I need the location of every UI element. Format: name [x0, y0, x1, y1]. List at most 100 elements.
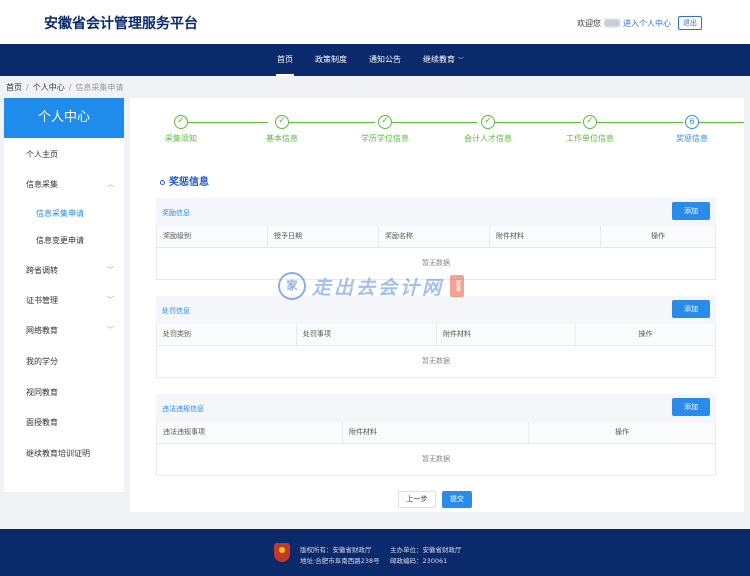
column-header: 奖励级别: [157, 226, 268, 247]
chevron-up-icon: ︿: [107, 180, 114, 188]
add-reward-button[interactable]: 添加: [672, 202, 710, 220]
nav-item-policy[interactable]: 政策制度: [304, 44, 358, 76]
nav-item-notice[interactable]: 通知公告: [358, 44, 412, 76]
nav-label: 通知公告: [369, 55, 401, 64]
enter-center-link[interactable]: 进入个人中心: [623, 18, 671, 29]
step-label: 工作单位信息: [566, 134, 614, 143]
column-header: 操作: [638, 330, 653, 338]
sidebar-item-label: 我的学分: [26, 357, 58, 366]
breadcrumb-home[interactable]: 首页: [6, 83, 22, 92]
top-header: 安徽省会计管理服务平台 欢迎您 进入个人中心 退出: [0, 0, 750, 44]
nav-item-education[interactable]: 继续教育 ﹀: [412, 44, 475, 76]
column-header: 操作: [651, 232, 665, 240]
block-title: 处罚信息: [162, 307, 190, 315]
sidebar-item-info-collect[interactable]: 信息采集 ︿: [26, 179, 116, 190]
nav-item-home[interactable]: 首页: [266, 44, 304, 76]
step-connector: [181, 122, 268, 123]
breadcrumb-center[interactable]: 个人中心: [33, 83, 65, 92]
chevron-down-icon: ﹀: [107, 266, 114, 274]
footer-host: 主办单位：安徽省财政厅: [390, 546, 462, 554]
step-connector: [495, 122, 581, 123]
sidebar-item-training-cert[interactable]: 继续教育培训证明: [26, 448, 116, 459]
column-header: 操作: [615, 428, 629, 436]
sidebar-item-online-edu[interactable]: 网络教育 ﹀: [26, 325, 116, 336]
breadcrumb-current: 信息采集申请: [75, 83, 124, 92]
check-icon: ✓: [583, 115, 597, 129]
section-title: 奖惩信息: [160, 173, 209, 188]
circle-bullet-icon: [160, 179, 165, 185]
sidebar-item-label: 信息采集: [26, 180, 58, 189]
step-label: 会计人才信息: [464, 134, 512, 143]
footer: 版权所有：安徽省财政厅 主办单位：安徽省财政厅 地址:合肥市阜南西路238号 邮…: [0, 529, 750, 576]
table-header: 违法违规事项 附件材料 操作: [156, 422, 716, 444]
sidebar-item-label: 证书管理: [26, 296, 58, 305]
sidebar-item-label: 跨省调转: [26, 266, 58, 275]
user-area: 欢迎您 进入个人中心 退出: [577, 16, 702, 30]
nav-label: 继续教育: [423, 55, 455, 64]
block-header: 奖励信息 添加: [156, 198, 716, 226]
sidebar-item-equivalent-edu[interactable]: 视同教育: [26, 387, 116, 398]
step-connector: [392, 122, 477, 123]
breadcrumb: 首页 / 个人中心 / 信息采集申请: [6, 82, 123, 93]
site-title: 安徽省会计管理服务平台: [44, 16, 198, 32]
watermark: 家 走出去会计网 家奉: [278, 272, 465, 300]
table-header: 奖励级别 授予日期 奖励名称 附件材料 操作: [156, 226, 716, 248]
chevron-down-icon: ﹀: [107, 296, 114, 304]
penalty-block: 处罚信息 添加 处罚类别 处罚事项 附件材料 操作 暂无数据: [156, 296, 716, 378]
column-header: 附件材料: [490, 226, 601, 247]
add-violation-button[interactable]: 添加: [672, 398, 710, 416]
welcome-text: 欢迎您: [577, 18, 601, 28]
reward-block: 奖励信息 添加 奖励级别 授予日期 奖励名称 附件材料 操作 暂无数据: [156, 198, 716, 280]
sidebar: 个人中心 个人主页 信息采集 ︿ 信息采集申请 信息变更申请 跨省调转 ﹀ 证书管理…: [4, 98, 124, 492]
sidebar-title: 个人中心: [4, 98, 124, 138]
username-blurred: [604, 19, 620, 27]
chevron-down-icon: ﹀: [458, 57, 465, 64]
violation-block: 违法违规信息 添加 违法违规事项 附件材料 操作 暂无数据: [156, 394, 716, 476]
step-number-icon: 6: [685, 115, 699, 129]
step-connector: [597, 122, 683, 123]
prev-step-button[interactable]: 上一步: [398, 491, 436, 508]
sidebar-item-transfer[interactable]: 跨省调转 ﹀: [26, 265, 116, 276]
empty-state: 暂无数据: [156, 346, 716, 378]
step-label: 基本信息: [266, 134, 298, 143]
sidebar-item-home[interactable]: 个人主页: [26, 149, 116, 160]
sidebar-item-collect-apply[interactable]: 信息采集申请: [36, 208, 84, 219]
column-header: 违法违规事项: [157, 422, 343, 443]
nav-label: 首页: [277, 55, 293, 64]
sidebar-item-label: 网络教育: [26, 326, 58, 335]
section-title-text: 奖惩信息: [169, 177, 209, 188]
column-header: 奖励名称: [379, 226, 490, 247]
block-header: 违法违规信息 添加: [156, 394, 716, 422]
progress-steps: ✓ ✓ ✓ ✓ ✓ 6 采集须知 基本信息 学历学位信息 会计人才信息 工作单位…: [130, 98, 744, 154]
sidebar-item-label: 个人主页: [26, 150, 58, 159]
column-header: 附件材料: [343, 422, 529, 443]
add-penalty-button[interactable]: 添加: [672, 300, 710, 318]
logout-button[interactable]: 退出: [678, 16, 702, 30]
block-title: 奖励信息: [162, 209, 190, 217]
table-header: 处罚类别 处罚事项 附件材料 操作: [156, 324, 716, 346]
nav-label: 政策制度: [315, 55, 347, 64]
check-icon: ✓: [174, 115, 188, 129]
watermark-text: 走出去会计网: [312, 276, 445, 299]
footer-postcode: 邮政编码：230061: [390, 557, 448, 565]
check-icon: ✓: [378, 115, 392, 129]
sidebar-item-credits[interactable]: 我的学分: [26, 356, 116, 367]
breadcrumb-sep: /: [68, 83, 72, 92]
sidebar-item-change-apply[interactable]: 信息变更申请: [36, 235, 84, 246]
emblem-icon: [274, 543, 290, 562]
watermark-stamp: 家奉: [450, 275, 465, 297]
sidebar-item-facetoface-edu[interactable]: 面授教育: [26, 417, 116, 428]
block-header: 处罚信息 添加: [156, 296, 716, 324]
submit-button[interactable]: 提交: [442, 491, 472, 508]
sidebar-item-label: 面授教育: [26, 418, 58, 427]
main-nav: 首页 政策制度 通知公告 继续教育 ﹀: [0, 44, 750, 76]
block-title: 违法违规信息: [162, 405, 204, 413]
sidebar-item-certificate[interactable]: 证书管理 ﹀: [26, 295, 116, 306]
footer-address: 地址:合肥市阜南西路238号: [300, 557, 380, 565]
step-connector: [289, 122, 375, 123]
check-icon: ✓: [275, 115, 289, 129]
step-label: 采集须知: [165, 134, 197, 143]
column-header: 处罚类别: [157, 324, 297, 345]
chevron-down-icon: ﹀: [107, 326, 114, 334]
step-label: 奖惩信息: [676, 134, 708, 143]
